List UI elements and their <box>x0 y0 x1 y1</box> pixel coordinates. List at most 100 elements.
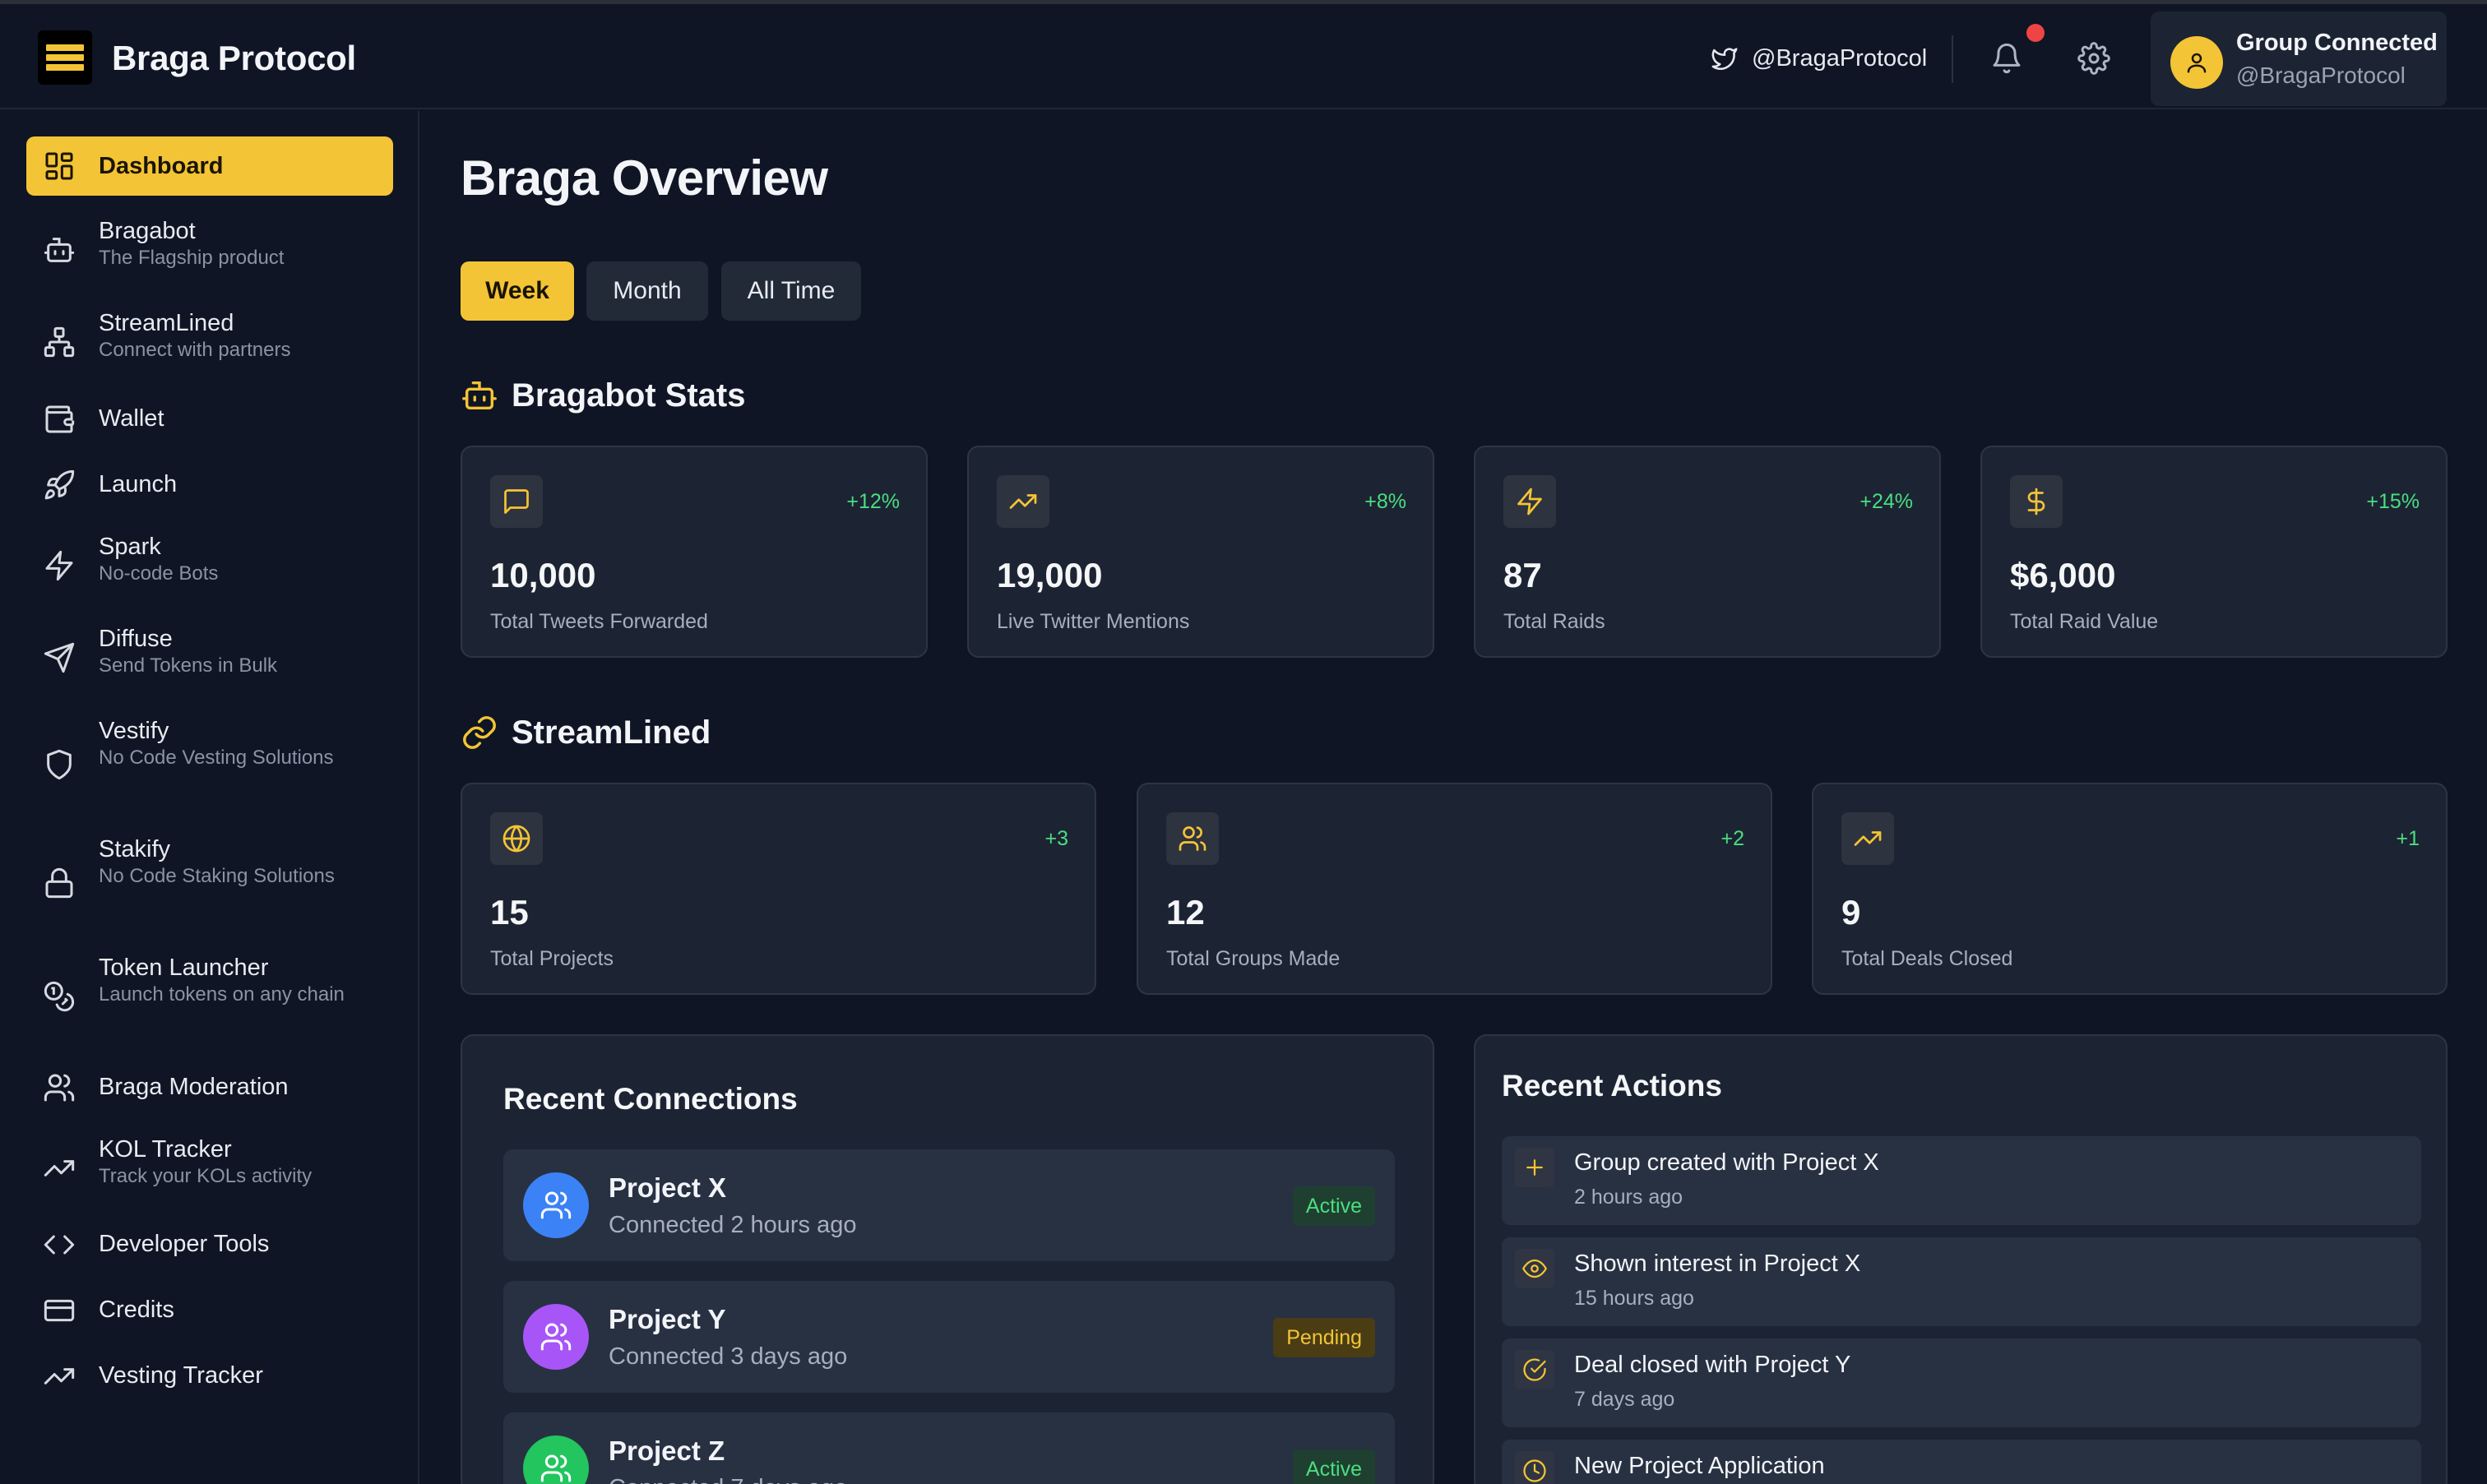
action-item[interactable]: Group created with Project X 2 hours ago <box>1502 1136 2421 1225</box>
tab-week[interactable]: Week <box>461 261 574 321</box>
users-icon <box>540 1191 572 1219</box>
sidebar-item-braga-moderation[interactable]: Braga Moderation <box>26 1070 393 1103</box>
action-time: 15 hours ago <box>1574 1287 1694 1310</box>
network-icon <box>44 326 75 358</box>
sidebar-item-label: Spark <box>99 534 161 560</box>
tab-all-time[interactable]: All Time <box>721 261 861 321</box>
group-handle: @BragaProtocol <box>2236 62 2406 88</box>
sidebar-item-label: Stakify <box>99 836 171 862</box>
twitter-handle: @BragaProtocol <box>1752 44 1928 72</box>
sidebar-item-token-launcher[interactable]: Token Launcher Launch tokens on any chain <box>26 954 393 1042</box>
sidebar-item-vesting-tracker[interactable]: Vesting Tracker <box>26 1358 393 1391</box>
connection-item[interactable]: Project Y Connected 3 days ago Pending <box>503 1281 1395 1393</box>
sidebar-item-vestify[interactable]: Vestify No Code Vesting Solutions <box>26 717 393 806</box>
sidebar-item-sub: No Code Vesting Solutions <box>99 747 334 769</box>
sidebar-item-bragabot[interactable]: Bragabot The Flagship product <box>26 217 393 280</box>
sidebar-item-launch[interactable]: Launch <box>26 467 393 500</box>
connected-time: Connected 3 days ago <box>609 1343 848 1370</box>
twitter-link[interactable]: @BragaProtocol <box>1711 42 1927 75</box>
stat-card-twitter-mentions: +8% 19,000 Live Twitter Mentions <box>967 446 1434 658</box>
stat-value: 15 <box>490 893 529 932</box>
connected-time: Connected 2 hours ago <box>609 1212 857 1238</box>
stat-value: 19,000 <box>997 556 1103 594</box>
tab-month[interactable]: Month <box>586 261 708 321</box>
sidebar-item-sub: Launch tokens on any chain <box>99 983 345 1006</box>
coins-icon <box>44 981 75 1012</box>
stat-label: Total Raid Value <box>2010 610 2159 633</box>
status-badge: Pending <box>1273 1318 1375 1357</box>
sidebar-item-credits[interactable]: Credits <box>26 1292 393 1325</box>
bell-icon <box>1993 43 2021 74</box>
settings-button[interactable] <box>2077 42 2110 75</box>
sidebar-item-stakify[interactable]: Stakify No Code Staking Solutions <box>26 835 393 924</box>
action-title: Deal closed with Project Y <box>1574 1352 1851 1378</box>
streamlined-heading: StreamLined <box>461 714 711 751</box>
stat-card-total-projects: +3 15 Total Projects <box>461 783 1096 995</box>
stat-delta: +15% <box>2366 490 2420 513</box>
status-badge: Active <box>1292 1186 1375 1226</box>
group-connected-button[interactable]: Group Connected @BragaProtocol <box>2151 12 2447 106</box>
project-name: Project Y <box>609 1304 726 1334</box>
sidebar-item-sub: Send Tokens in Bulk <box>99 654 278 677</box>
sidebar-item-sub: Connect with partners <box>99 339 291 361</box>
user-icon <box>2187 53 2207 73</box>
sidebar-item-label: Token Launcher <box>99 955 269 981</box>
sidebar-item-label: Credits <box>99 1297 174 1323</box>
action-item[interactable]: Deal closed with Project Y 7 days ago <box>1502 1338 2421 1427</box>
sidebar-item-kol-tracker[interactable]: KOL Tracker Track your KOLs activity <box>26 1135 393 1198</box>
sidebar-item-sub: No-code Bots <box>99 562 219 585</box>
sidebar-item-dashboard[interactable]: Dashboard <box>26 136 393 196</box>
header-divider <box>1952 35 1953 83</box>
status-badge: Active <box>1292 1449 1375 1484</box>
stat-card-total-raids: +24% 87 Total Raids <box>1474 446 1941 658</box>
stat-delta: +12% <box>846 490 900 513</box>
section-title-text: StreamLined <box>512 714 711 751</box>
brand-name: Braga Protocol <box>112 39 356 77</box>
wallet-icon <box>45 405 75 433</box>
sidebar-item-label: Braga Moderation <box>99 1074 289 1100</box>
sidebar-item-streamlined[interactable]: StreamLined Connect with partners <box>26 309 393 372</box>
check-circle-icon <box>1515 1350 1554 1389</box>
action-title: New Project Application <box>1574 1453 1825 1479</box>
sidebar-item-label: Bragabot <box>99 218 196 244</box>
stat-label: Total Groups Made <box>1166 947 1341 970</box>
sidebar-item-developer-tools[interactable]: Developer Tools <box>26 1227 393 1260</box>
action-item[interactable]: New Project Application <box>1502 1440 2421 1484</box>
connection-item[interactable]: Project Z Connected 7 days ago Active <box>503 1412 1395 1484</box>
bot-icon <box>462 381 497 410</box>
logo-icon[interactable] <box>38 30 92 85</box>
eye-icon <box>1515 1249 1554 1288</box>
action-item[interactable]: Shown interest in Project X 15 hours ago <box>1502 1237 2421 1326</box>
sidebar-item-spark[interactable]: Spark No-code Bots <box>26 533 393 595</box>
sidebar-item-sub: The Flagship product <box>99 247 285 269</box>
twitter-icon <box>1711 48 1738 71</box>
sidebar-item-wallet[interactable]: Wallet <box>26 401 393 434</box>
users-icon <box>540 1323 572 1351</box>
code-icon <box>44 1235 75 1255</box>
project-avatar <box>523 1172 589 1238</box>
sidebar-item-sub: Track your KOLs activity <box>99 1165 313 1187</box>
stat-delta: +1 <box>2396 827 2420 850</box>
action-title: Group created with Project X <box>1574 1149 1879 1176</box>
project-avatar <box>523 1304 589 1370</box>
sidebar: Dashboard Bragabot The Flagship product S… <box>0 111 419 1484</box>
sidebar-item-label: Vestify <box>99 718 169 744</box>
section-title-text: Bragabot Stats <box>512 377 746 414</box>
bot-icon <box>44 238 75 262</box>
sidebar-item-label: Wallet <box>99 405 164 432</box>
connection-item[interactable]: Project X Connected 2 hours ago Active <box>503 1149 1395 1261</box>
panel-title: Recent Connections <box>503 1082 798 1116</box>
sidebar-item-label: KOL Tracker <box>99 1136 232 1163</box>
lightning-icon <box>45 550 73 581</box>
project-avatar <box>523 1435 589 1484</box>
notifications-button[interactable] <box>1990 42 2023 75</box>
clock-icon <box>1515 1451 1554 1484</box>
sidebar-item-label: Diffuse <box>99 626 173 652</box>
lock-icon <box>45 867 73 899</box>
stat-value: 9 <box>1841 893 1861 932</box>
stat-label: Total Projects <box>490 947 614 970</box>
sidebar-item-diffuse[interactable]: Diffuse Send Tokens in Bulk <box>26 625 393 687</box>
stat-card-tweets-forwarded: +12% 10,000 Total Tweets Forwarded <box>461 446 928 658</box>
credit-card-icon <box>44 1299 75 1322</box>
send-icon <box>44 642 75 673</box>
